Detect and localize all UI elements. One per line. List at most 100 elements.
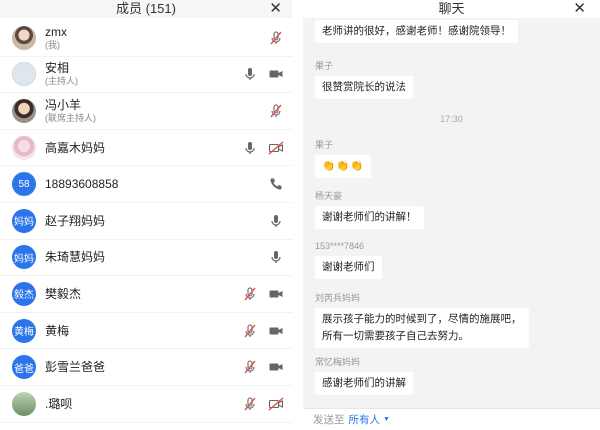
member-name-block: 安相 (主持人) <box>45 61 78 87</box>
message-bubble: 👏👏👏 <box>315 155 372 178</box>
message-bubble: 感谢老师们的讲解 <box>315 372 413 395</box>
panel-divider <box>292 0 303 430</box>
member-role: (我) <box>45 39 60 50</box>
message-sender: 刘芮兵妈妈 <box>315 293 361 303</box>
member-row[interactable]: .璐呗 <box>0 386 292 423</box>
member-row[interactable]: 黄梅 黄梅 <box>0 313 292 350</box>
member-controls <box>242 349 284 385</box>
avatar: 毅杰 <box>12 281 36 306</box>
message-sender: 果子 <box>315 140 334 150</box>
video-icon[interactable] <box>268 286 284 302</box>
member-controls <box>242 130 284 166</box>
mic-muted-icon[interactable] <box>242 286 258 302</box>
message-sender: 153****7846 <box>315 241 365 251</box>
avatar <box>12 135 36 160</box>
avatar: 爸爸 <box>12 355 36 380</box>
video-icon[interactable] <box>268 323 284 339</box>
close-chat-button[interactable]: ✕ <box>573 0 586 18</box>
mic-muted-icon[interactable] <box>268 30 284 46</box>
member-name: zmx <box>45 24 67 39</box>
mic-icon[interactable] <box>268 249 284 265</box>
mic-muted-icon[interactable] <box>242 323 258 339</box>
send-to-label: 发送至 <box>313 414 345 426</box>
member-controls <box>242 276 284 312</box>
avatar: 妈妈 <box>12 208 36 233</box>
members-panel: 成员 (151) ✕ zmx (我) 安相 (主持人) 冯小羊 (联席主持人) 高嘉木妈妈 5… <box>0 0 292 430</box>
message-sender: 常忆梅妈妈 <box>315 357 361 367</box>
video-off-icon[interactable] <box>268 396 284 412</box>
chat-title: 聊天 <box>438 1 465 16</box>
member-controls <box>268 20 284 56</box>
avatar: 妈妈 <box>12 245 36 270</box>
message-bubble: 谢谢老师们的讲解！ <box>315 206 424 229</box>
close-members-button[interactable]: ✕ <box>269 0 282 18</box>
recipient-selector[interactable]: 所有人 <box>349 412 381 427</box>
member-name-block: 高嘉木妈妈 <box>45 141 105 155</box>
member-controls <box>268 203 284 239</box>
member-row[interactable]: 妈妈 朱琦慧妈妈 <box>0 240 292 277</box>
chat-footer: 发送至 所有人 ▼ <box>303 408 600 430</box>
member-name-block: 彭雪兰爸爸 <box>45 360 105 374</box>
video-off-icon[interactable] <box>268 140 284 156</box>
video-icon[interactable] <box>268 359 284 375</box>
chevron-down-icon[interactable]: ▼ <box>383 416 390 423</box>
message-bubble: 展示孩子能力的时候到了，尽情的施展吧， 所有一切需要孩子自己去努力。 <box>315 308 529 348</box>
avatar <box>12 25 36 50</box>
chat-message: 果子 很赞赏院长的说法 <box>315 60 413 99</box>
chat-message: 常忆梅妈妈 感谢老师们的讲解 <box>315 356 413 395</box>
member-row[interactable]: 毅杰 樊毅杰 <box>0 276 292 313</box>
member-name-block: zmx (我) <box>45 25 67 51</box>
member-name: 冯小羊 <box>45 97 82 112</box>
mic-muted-icon[interactable] <box>242 396 258 412</box>
member-row[interactable]: 冯小羊 (联席主持人) <box>0 93 292 130</box>
member-name: 18893608858 <box>45 177 119 192</box>
member-controls <box>268 166 284 202</box>
mic-icon[interactable] <box>242 66 258 82</box>
mic-muted-icon[interactable] <box>268 103 284 119</box>
member-controls <box>268 240 284 276</box>
message-bubble: 老师讲的很好，感谢老师！感谢院领导！ <box>315 20 518 43</box>
chat-panel: 聊天 ✕ 老师讲的很好，感谢老师！感谢院领导！ 果子 很赞赏院长的说法 17:3… <box>303 0 600 430</box>
member-name: 安相 <box>45 61 70 76</box>
message-bubble: 很赞赏院长的说法 <box>315 76 413 99</box>
mic-muted-icon[interactable] <box>242 359 258 375</box>
member-row[interactable]: 高嘉木妈妈 <box>0 130 292 167</box>
member-name: 高嘉木妈妈 <box>45 140 106 155</box>
member-name-block: .璐呗 <box>45 397 72 411</box>
avatar: 黄梅 <box>12 318 36 343</box>
member-name: 赵子翔妈妈 <box>45 213 106 228</box>
member-list: zmx (我) 安相 (主持人) 冯小羊 (联席主持人) 高嘉木妈妈 58 1889360885… <box>0 20 292 423</box>
mic-icon[interactable] <box>242 140 258 156</box>
member-name: 樊毅杰 <box>45 286 82 301</box>
member-name-block: 冯小羊 (联席主持人) <box>45 98 96 124</box>
message-bubble: 谢谢老师们 <box>315 256 382 279</box>
member-name-block: 黄梅 <box>45 324 69 338</box>
member-controls <box>242 386 284 422</box>
member-row[interactable]: 妈妈 赵子翔妈妈 <box>0 203 292 240</box>
video-icon[interactable] <box>268 66 284 82</box>
chat-message: 老师讲的很好，感谢老师！感谢院领导！ <box>315 20 518 43</box>
avatar: 58 <box>12 172 36 197</box>
member-name: .璐呗 <box>45 396 73 411</box>
chat-message: 果子 👏👏👏 <box>315 139 372 178</box>
member-name-block: 18893608858 <box>45 177 118 191</box>
member-row[interactable]: zmx (我) <box>0 20 292 57</box>
mic-icon[interactable] <box>268 213 284 229</box>
member-name-block: 樊毅杰 <box>45 287 81 301</box>
member-name: 彭雪兰爸爸 <box>45 360 106 375</box>
member-row[interactable]: 58 18893608858 <box>0 166 292 203</box>
member-controls <box>242 313 284 349</box>
message-sender: 果子 <box>315 61 334 71</box>
member-row[interactable]: 爸爸 彭雪兰爸爸 <box>0 349 292 386</box>
chat-message: 杨天豪 谢谢老师们的讲解！ <box>315 190 424 229</box>
member-controls <box>268 93 284 129</box>
member-row[interactable]: 安相 (主持人) <box>0 57 292 94</box>
chat-header: 聊天 ✕ <box>303 0 600 18</box>
message-sender: 杨天豪 <box>315 191 343 201</box>
avatar <box>12 62 36 87</box>
member-name: 朱琦慧妈妈 <box>45 250 106 265</box>
members-title: 成员 (151) <box>116 1 176 16</box>
avatar <box>12 391 36 416</box>
member-name-block: 赵子翔妈妈 <box>45 214 105 228</box>
phone-icon[interactable] <box>268 176 284 192</box>
